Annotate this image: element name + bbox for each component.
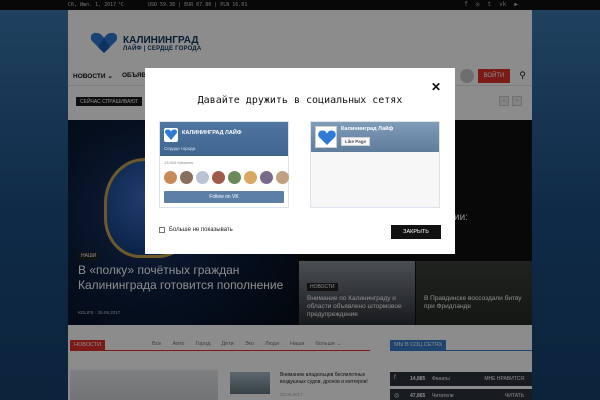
facebook-like-button[interactable]: Like Page — [341, 137, 371, 146]
social-popup-modal: ✕ Давайте дружить в социальных сетях КАЛ… — [145, 68, 455, 254]
avatar — [180, 171, 193, 184]
dont-show-again-checkbox[interactable]: Больше не показывать — [159, 227, 233, 233]
facebook-widget: Калининград Лайф Like Page — [310, 121, 440, 208]
avatar — [212, 171, 225, 184]
avatar — [228, 171, 241, 184]
vk-widget-header: КАЛИНИНГРАД ЛАЙФ Сердце города — [160, 122, 288, 156]
heart-logo-icon — [315, 126, 337, 148]
vk-group-name[interactable]: КАЛИНИНГРАД ЛАЙФ — [182, 130, 242, 136]
facebook-widget-header: Калининград Лайф Like Page — [311, 122, 439, 152]
avatar — [260, 171, 273, 184]
heart-logo-icon — [164, 128, 178, 142]
vk-follower-avatars — [164, 171, 289, 184]
facebook-page-name[interactable]: Калининград Лайф — [341, 126, 393, 132]
vk-widget: КАЛИНИНГРАД ЛАЙФ Сердце города 13,904 fo… — [159, 121, 289, 208]
close-button[interactable]: ЗАКРЫТЬ — [391, 225, 441, 239]
avatar — [244, 171, 257, 184]
checkbox-label: Больше не показывать — [169, 227, 233, 233]
modal-heading: Давайте дружить в социальных сетях — [197, 95, 403, 106]
vk-follow-button[interactable]: Follow on VK — [164, 191, 284, 203]
close-icon[interactable]: ✕ — [431, 80, 441, 94]
avatar — [276, 171, 289, 184]
vk-followers-count: 13,904 followers — [164, 160, 194, 165]
avatar — [164, 171, 177, 184]
checkbox-box[interactable] — [159, 227, 165, 233]
vk-group-subtitle: Сердце города — [164, 146, 196, 151]
avatar — [196, 171, 209, 184]
